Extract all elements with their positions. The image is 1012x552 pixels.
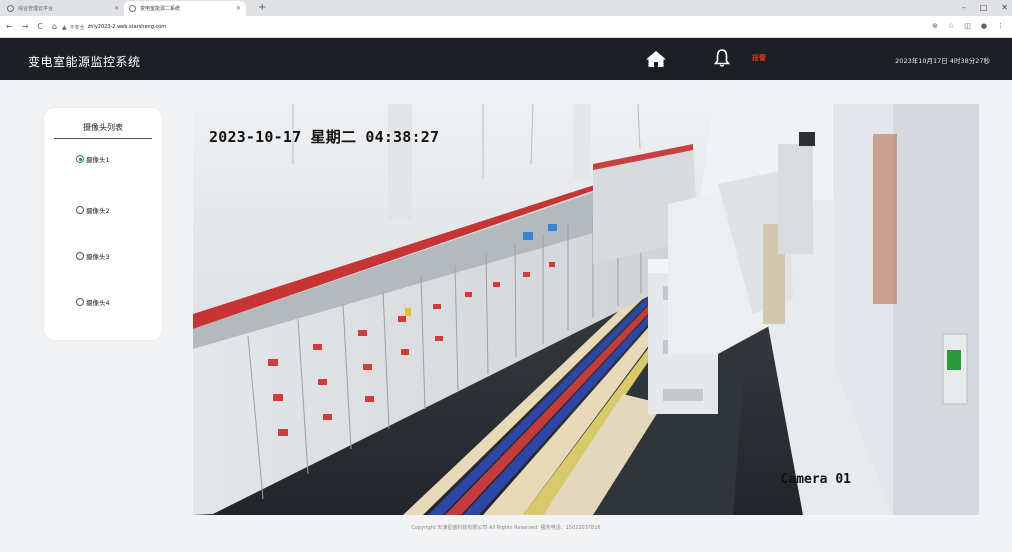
browser-tab-bar: 综合管理云平台 ✕ 变电室能源二系统 ✕ + – □ ✕ <box>0 0 1012 16</box>
radio-button[interactable] <box>76 298 84 306</box>
minimize-button[interactable]: – <box>962 1 966 14</box>
camera-video-feed[interactable]: 2023-10-17 星期二 04:38:27 Camera 01 <box>193 104 979 515</box>
camera-option-label: 摄像头3 <box>86 253 110 261</box>
bell-icon[interactable] <box>713 48 731 68</box>
alarm-indicator[interactable]: 报警 <box>752 53 766 63</box>
home-icon[interactable] <box>645 50 667 68</box>
browser-tab-2[interactable]: 变电室能源二系统 ✕ <box>124 1 246 16</box>
tab-close-icon[interactable]: ✕ <box>114 5 119 12</box>
tab-close-icon[interactable]: ✕ <box>236 5 241 12</box>
camera-list-panel: 摄像头列表 摄像头1 摄像头2 摄像头3 摄像头4 <box>44 108 162 340</box>
zoom-icon[interactable]: ⊕ <box>932 21 938 32</box>
profile-icon[interactable]: ● <box>981 21 987 32</box>
video-timestamp-overlay: 2023-10-17 星期二 04:38:27 <box>209 128 440 146</box>
camera-list-title: 摄像头列表 <box>54 122 152 139</box>
browser-tab-title: 综合管理云平台 <box>18 6 54 12</box>
camera-option-label: 摄像头4 <box>86 299 110 307</box>
camera-option-1[interactable]: 摄像头1 <box>76 154 110 164</box>
warning-icon[interactable]: ▲ <box>62 24 67 31</box>
footer-copyright: Copyright 天津星盛科技有限公司 All Rights Reserved… <box>411 525 601 531</box>
globe-icon <box>129 5 136 12</box>
camera-option-2[interactable]: 摄像头2 <box>76 205 110 215</box>
radio-button[interactable] <box>76 206 84 214</box>
camera-option-label: 摄像头1 <box>86 156 110 164</box>
camera-option-label: 摄像头2 <box>86 207 110 215</box>
radio-button-checked[interactable] <box>76 155 84 163</box>
url-text: znly2023-2.web.starsheng.com <box>87 24 167 30</box>
browser-home-button[interactable]: ⌂ <box>52 21 57 32</box>
browser-tab-title: 变电室能源二系统 <box>140 6 181 12</box>
reload-button[interactable]: C <box>37 21 43 32</box>
video-camera-label: Camera 01 <box>780 472 851 487</box>
substation-scene-image <box>193 104 979 515</box>
maximize-button[interactable]: □ <box>980 1 988 14</box>
browser-tab-1[interactable]: 综合管理云平台 ✕ <box>2 1 124 16</box>
header-datetime: 2023年10月17日 4时38分27秒 <box>895 57 990 65</box>
forward-button[interactable]: → <box>22 21 29 32</box>
camera-option-3[interactable]: 摄像头3 <box>76 251 110 261</box>
app-header: 变电室能源监控系统 报警 2023年10月17日 4时38分27秒 <box>0 38 1012 80</box>
browser-address-bar: ← → C ⌂ ▲ 不安全 znly2023-2.web.starsheng.c… <box>0 16 1012 38</box>
split-view-icon[interactable]: ◫ <box>964 21 971 32</box>
more-menu-icon[interactable]: ⋮ <box>997 21 1004 32</box>
browser-nav: ← → C ⌂ <box>6 21 57 32</box>
camera-option-4[interactable]: 摄像头4 <box>76 297 110 307</box>
close-window-button[interactable]: ✕ <box>1001 1 1008 14</box>
url-input[interactable]: ▲ 不安全 znly2023-2.web.starsheng.com <box>62 20 926 34</box>
browser-toolbar-icons: ⊕ ☆ ◫ ● ⋮ <box>932 21 1004 32</box>
security-label: 不安全 <box>69 24 85 31</box>
back-button[interactable]: ← <box>6 21 13 32</box>
radio-button[interactable] <box>76 252 84 260</box>
globe-icon <box>7 5 14 12</box>
window-controls: – □ ✕ <box>962 1 1008 14</box>
app-title: 变电室能源监控系统 <box>28 55 141 69</box>
bookmark-star-icon[interactable]: ☆ <box>948 21 954 32</box>
new-tab-button[interactable]: + <box>258 2 266 14</box>
